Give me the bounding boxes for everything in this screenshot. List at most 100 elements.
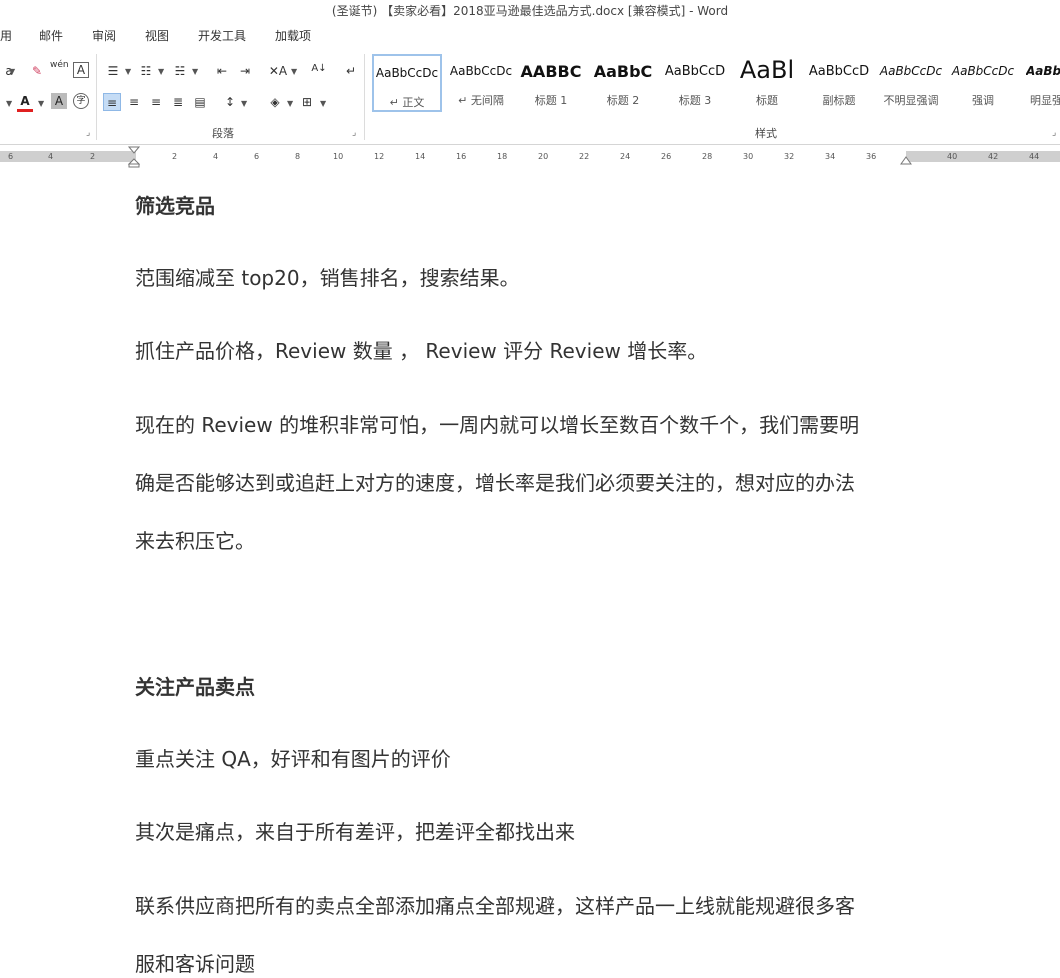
sort-icon[interactable]: A↓ — [310, 60, 328, 78]
style-heading-3[interactable]: AaBbCcD 标题 3 — [660, 54, 730, 112]
ruler-number: 42 — [988, 152, 999, 161]
style-subtitle[interactable]: AaBbCcD 副标题 — [804, 54, 874, 112]
document-paragraph: 服和客诉问题 — [135, 952, 255, 976]
horizontal-ruler[interactable]: 6 4 2 2 4 6 8 10 12 14 16 18 20 22 24 26… — [0, 146, 1060, 169]
style-normal[interactable]: AaBbCcDc ↵ 正文 — [372, 54, 442, 112]
ruler-number: 8 — [295, 152, 301, 161]
ruler-number: 18 — [497, 152, 508, 161]
character-border-icon[interactable]: A — [73, 62, 89, 78]
document-page[interactable]: 筛选竞品 范围缩减至 top20，销售排名，搜索结果。 抓住产品价格，Revie… — [0, 168, 1060, 978]
ribbon-tabs: 用 邮件 审阅 视图 开发工具 加载项 — [0, 22, 1060, 48]
ruler-number: 40 — [947, 152, 958, 161]
align-left-icon[interactable]: ≡ — [103, 93, 121, 111]
group-separator — [96, 54, 97, 140]
ruler-number: 22 — [579, 152, 590, 161]
bullets-icon[interactable]: ☰ — [104, 62, 122, 80]
indent-marker-icon[interactable] — [128, 146, 140, 168]
style-emphasis[interactable]: AaBbCcDc 强调 — [948, 54, 1018, 112]
chevron-down-icon[interactable]: ▼ — [192, 67, 198, 76]
ruler-number: 14 — [415, 152, 426, 161]
document-heading: 关注产品卖点 — [135, 675, 255, 699]
numbering-icon[interactable]: ☷ — [137, 62, 155, 80]
chevron-down-icon[interactable]: ▼ — [241, 99, 247, 108]
phonetic-guide-icon[interactable]: wén — [50, 60, 69, 78]
chevron-down-icon[interactable]: ▼ — [38, 99, 44, 108]
shading-icon[interactable]: ◈ — [266, 93, 284, 111]
style-heading-1[interactable]: AABBC 标题 1 — [516, 54, 586, 112]
increase-indent-icon[interactable]: ⇥ — [236, 62, 254, 80]
chinese-layout-icon[interactable]: ✕A — [266, 62, 290, 80]
ruler-number: 20 — [538, 152, 549, 161]
style-no-spacing[interactable]: AaBbCcDc ↵ 无间隔 — [446, 54, 516, 112]
document-paragraph: 联系供应商把所有的卖点全部添加痛点全部规避，这样产品一上线就能规避很多客 — [135, 894, 855, 918]
chevron-down-icon[interactable]: ▼ — [9, 67, 15, 76]
font-color-bar — [17, 109, 33, 112]
ruler-number: 30 — [743, 152, 754, 161]
ruler-number: 12 — [374, 152, 385, 161]
document-paragraph: 其次是痛点，来自于所有差评，把差评全都找出来 — [135, 820, 575, 844]
group-label-styles: 样式 — [755, 127, 777, 140]
ruler-number: 44 — [1029, 152, 1040, 161]
ruler-number: 36 — [866, 152, 877, 161]
document-paragraph: 确是否能够达到或追赶上对方的速度，增长率是我们必须要关注的，想对应的办法 — [135, 471, 855, 495]
tab-mailings[interactable]: 邮件 — [39, 27, 63, 44]
clear-format-icon[interactable]: ✎ — [28, 62, 46, 80]
style-heading-2[interactable]: AaBbC 标题 2 — [588, 54, 658, 112]
ruler-number: 4 — [213, 152, 219, 161]
multilevel-list-icon[interactable]: ☵ — [171, 62, 189, 80]
borders-icon[interactable]: ⊞ — [298, 93, 316, 111]
tab-review[interactable]: 审阅 — [92, 27, 116, 44]
chevron-down-icon[interactable]: ▼ — [125, 67, 131, 76]
tab-view[interactable]: 视图 — [145, 27, 169, 44]
document-paragraph: 重点关注 QA，好评和有图片的评价 — [135, 747, 451, 771]
window-title-bar: (圣诞节) 【卖家必看】2018亚马逊最佳选品方式.docx [兼容模式] - … — [0, 0, 1060, 22]
right-indent-marker-icon[interactable] — [900, 156, 912, 168]
chevron-down-icon[interactable]: ▼ — [291, 67, 297, 76]
show-paragraph-marks-icon[interactable]: ↵ — [342, 62, 360, 80]
styles-dialog-launcher-icon[interactable]: ⌟ — [1052, 128, 1056, 138]
group-separator — [364, 54, 365, 140]
character-shading-icon[interactable]: A — [51, 93, 67, 109]
tab-developer[interactable]: 开发工具 — [198, 27, 246, 44]
line-spacing-icon[interactable]: ↕ — [221, 93, 239, 111]
distributed-icon[interactable]: ▤ — [191, 93, 209, 111]
ruler-number: 2 — [172, 152, 178, 161]
ruler-number: 6 — [254, 152, 260, 161]
tab-addins[interactable]: 加载项 — [275, 27, 311, 44]
ruler-number: 2 — [90, 152, 96, 161]
chevron-down-icon[interactable]: ▼ — [6, 99, 12, 108]
document-paragraph: 范围缩减至 top20，销售排名，搜索结果。 — [135, 266, 520, 290]
justify-icon[interactable]: ≣ — [169, 93, 187, 111]
style-intense-emphasis[interactable]: AaBbC 明显强 — [1020, 54, 1060, 112]
ruler-number: 34 — [825, 152, 836, 161]
ruler-number: 32 — [784, 152, 795, 161]
ruler-left-margin — [0, 151, 136, 162]
chevron-down-icon[interactable]: ▼ — [320, 99, 326, 108]
enclose-characters-icon[interactable]: 字 — [73, 93, 89, 109]
window-title: (圣诞节) 【卖家必看】2018亚马逊最佳选品方式.docx [兼容模式] - … — [331, 4, 729, 18]
style-title[interactable]: AaBl 标题 — [732, 54, 802, 112]
styles-gallery: AaBbCcDc ↵ 正文 AaBbCcDc ↵ 无间隔 AABBC 标题 1 … — [370, 54, 1060, 114]
group-label-paragraph: 段落 — [212, 127, 234, 140]
font-color-icon[interactable]: A — [16, 92, 34, 110]
ruler-number: 16 — [456, 152, 467, 161]
align-right-icon[interactable]: ≡ — [147, 93, 165, 111]
ruler-number: 4 — [48, 152, 54, 161]
style-subtle-emphasis[interactable]: AaBbCcDc 不明显强调 — [876, 54, 946, 112]
ruler-number: 28 — [702, 152, 713, 161]
ruler-number: 26 — [661, 152, 672, 161]
tab-partial-use[interactable]: 用 — [0, 27, 12, 44]
chevron-down-icon[interactable]: ▼ — [158, 67, 164, 76]
paragraph-dialog-launcher-icon[interactable]: ⌟ — [352, 128, 356, 138]
font-dialog-launcher-icon[interactable]: ⌟ — [86, 128, 90, 138]
align-center-icon[interactable]: ≡ — [125, 93, 143, 111]
decrease-indent-icon[interactable]: ⇤ — [213, 62, 231, 80]
chevron-down-icon[interactable]: ▼ — [287, 99, 293, 108]
document-paragraph: 现在的 Review 的堆积非常可怕，一周内就可以增长至数百个数千个，我们需要明 — [135, 413, 860, 437]
document-paragraph: 来去积压它。 — [135, 529, 255, 553]
ruler-number: 10 — [333, 152, 344, 161]
ruler-number: 24 — [620, 152, 631, 161]
document-paragraph: 抓住产品价格，Review 数量 ， Review 评分 Review 增长率。 — [135, 339, 708, 363]
ruler-number: 6 — [8, 152, 14, 161]
document-heading: 筛选竞品 — [135, 194, 215, 218]
